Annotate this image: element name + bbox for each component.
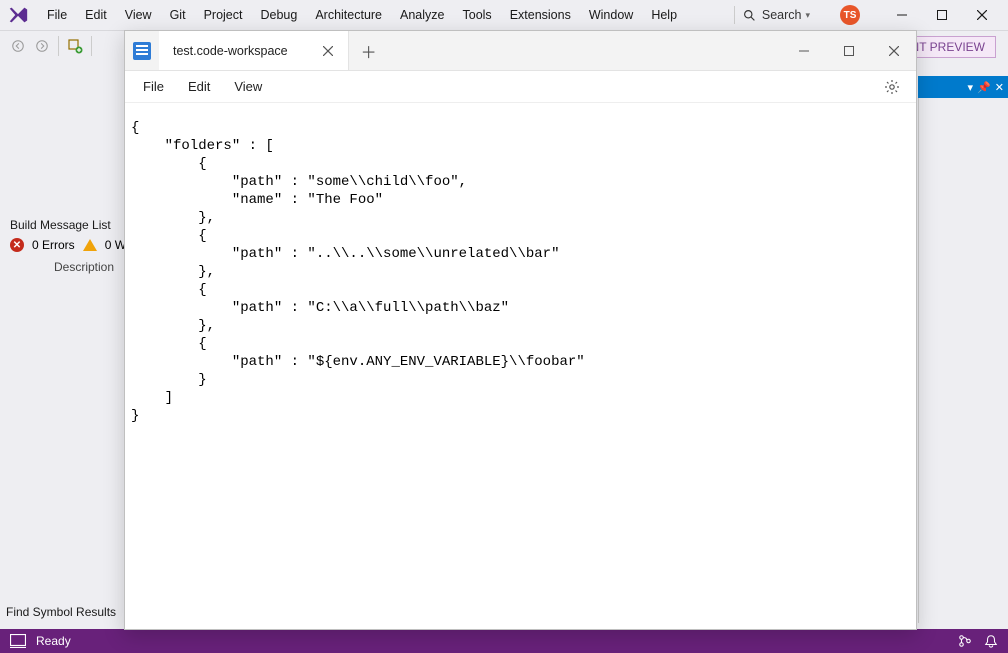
user-avatar[interactable]: TS xyxy=(840,5,860,25)
vs-menu-analyze[interactable]: Analyze xyxy=(391,0,453,30)
warning-icon xyxy=(83,239,97,251)
source-control-icon[interactable] xyxy=(958,634,972,648)
editor-tab[interactable]: test.code-workspace xyxy=(159,31,349,70)
editor-menu-view[interactable]: View xyxy=(222,71,274,102)
editor-titlebar[interactable]: test.code-workspace ＋ xyxy=(125,31,916,71)
chevron-down-icon: ▾ xyxy=(805,10,810,21)
notepad-icon xyxy=(133,42,151,60)
vs-menubar: File Edit View Git Project Debug Archite… xyxy=(0,0,1008,30)
vs-menu-window[interactable]: Window xyxy=(580,0,642,30)
vs-close-button[interactable] xyxy=(962,0,1002,30)
output-pane-icon[interactable] xyxy=(10,634,26,648)
build-message-counts: ✕ 0 Errors 0 W xyxy=(4,236,144,254)
vs-menu-items: File Edit View Git Project Debug Archite… xyxy=(38,0,686,30)
editor-menu-file[interactable]: File xyxy=(131,71,176,102)
toolbar-separator xyxy=(58,36,59,56)
vs-menu-file[interactable]: File xyxy=(38,0,76,30)
nav-forward-icon[interactable] xyxy=(30,34,54,58)
toolbar-separator xyxy=(91,36,92,56)
nav-back-icon[interactable] xyxy=(6,34,30,58)
editor-close-button[interactable] xyxy=(871,31,916,70)
close-icon[interactable]: ✕ xyxy=(995,81,1004,94)
find-symbol-results-tab[interactable]: Find Symbol Results xyxy=(6,605,116,619)
status-ready: Ready xyxy=(36,634,71,648)
vs-logo-icon xyxy=(6,3,30,27)
vs-menu-extensions[interactable]: Extensions xyxy=(501,0,580,30)
pin-icon[interactable]: 📌 xyxy=(977,81,991,94)
notifications-icon[interactable] xyxy=(984,634,998,648)
build-message-description-header: Description xyxy=(4,254,144,276)
gear-icon[interactable] xyxy=(874,79,910,95)
vs-menu-help[interactable]: Help xyxy=(642,0,686,30)
build-message-list-title: Build Message List xyxy=(4,214,144,236)
vs-maximize-button[interactable] xyxy=(922,0,962,30)
editor-menu-edit[interactable]: Edit xyxy=(176,71,222,102)
warnings-count: 0 W xyxy=(105,238,126,252)
vs-menu-view[interactable]: View xyxy=(116,0,161,30)
right-toolwindow-body xyxy=(918,98,1008,623)
new-item-icon[interactable] xyxy=(63,34,87,58)
vs-statusbar: Ready xyxy=(0,629,1008,653)
chevron-down-icon[interactable]: ▾ xyxy=(968,81,974,94)
editor-minimize-button[interactable] xyxy=(781,31,826,70)
editor-content[interactable]: { "folders" : [ { "path" : "some\\child\… xyxy=(125,103,916,629)
floating-editor-window: test.code-workspace ＋ File Edit xyxy=(124,30,917,630)
new-tab-button[interactable]: ＋ xyxy=(349,31,389,70)
vs-menu-architecture[interactable]: Architecture xyxy=(306,0,391,30)
vs-menu-tools[interactable]: Tools xyxy=(454,0,501,30)
editor-app-icon xyxy=(125,31,159,70)
right-toolwindow-header: ▾ 📌 ✕ xyxy=(918,76,1008,98)
tab-close-button[interactable] xyxy=(318,41,338,61)
vs-search-box[interactable]: Search ▾ xyxy=(734,6,818,24)
editor-tab-title: test.code-workspace xyxy=(173,44,288,58)
vs-menu-edit[interactable]: Edit xyxy=(76,0,116,30)
error-icon: ✕ xyxy=(10,238,24,252)
vs-menu-git[interactable]: Git xyxy=(161,0,195,30)
build-message-list-panel: Build Message List ✕ 0 Errors 0 W Descri… xyxy=(4,214,144,274)
vs-minimize-button[interactable] xyxy=(882,0,922,30)
editor-maximize-button[interactable] xyxy=(826,31,871,70)
vs-menu-project[interactable]: Project xyxy=(195,0,252,30)
vs-search-label: Search xyxy=(762,8,802,22)
vs-menubar-right: Search ▾ TS xyxy=(734,0,1002,30)
editor-menubar: File Edit View xyxy=(125,71,916,103)
visual-studio-window: File Edit View Git Project Debug Archite… xyxy=(0,0,1008,653)
vs-menu-debug[interactable]: Debug xyxy=(251,0,306,30)
errors-count: 0 Errors xyxy=(32,238,75,252)
